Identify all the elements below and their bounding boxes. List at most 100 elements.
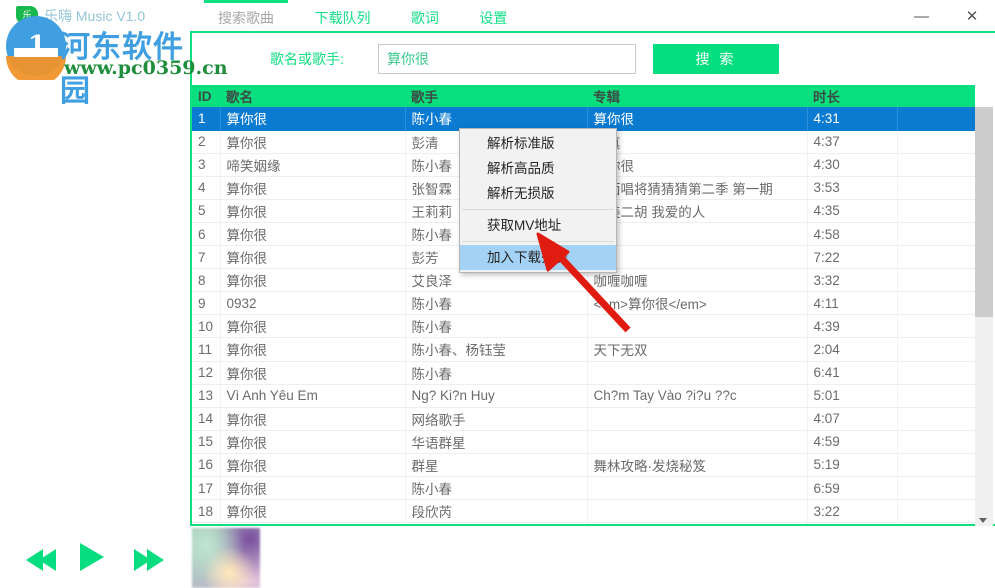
row-album: 纯真: [587, 130, 807, 153]
svg-text:1: 1: [28, 31, 46, 61]
row-id: 17: [192, 477, 220, 500]
row-spacer: [897, 407, 975, 430]
minimize-icon[interactable]: —: [899, 0, 945, 33]
row-name: 算你很: [220, 246, 405, 269]
column-header-artist[interactable]: 歌手: [405, 85, 587, 107]
row-album: [587, 361, 807, 384]
scroll-down-arrow-icon[interactable]: [979, 518, 987, 523]
row-artist: 网络歌手: [405, 407, 587, 430]
context-menu-item[interactable]: 解析高品质: [460, 156, 616, 181]
app-window: 乐 乐嗨 Music V1.0 搜索歌曲 下载队列 歌词 设置 — ✕ 歌名或歌…: [0, 0, 995, 588]
row-id: 8: [192, 269, 220, 292]
row-album: [587, 430, 807, 453]
watermark-text: 河东软件园: [60, 22, 210, 110]
row-id: 12: [192, 361, 220, 384]
row-spacer: [897, 222, 975, 245]
row-id: 1: [192, 107, 220, 130]
column-header-name[interactable]: 歌名: [220, 85, 405, 107]
tab-settings[interactable]: 设置: [461, 0, 525, 35]
table-row[interactable]: 16算你很群星舞林攻略·发烧秘笈5:19: [192, 453, 975, 476]
row-album: 算你很: [587, 107, 807, 130]
table-row[interactable]: 18算你很段欣芮3:22: [192, 500, 975, 523]
context-menu-separator: [462, 209, 614, 210]
app-logo-icon: 乐: [16, 6, 38, 24]
row-duration: 4:59: [807, 430, 897, 453]
row-name: 算你很: [220, 477, 405, 500]
tab-download-queue[interactable]: 下载队列: [296, 0, 388, 35]
row-name: 算你很: [220, 130, 405, 153]
row-duration: 3:32: [807, 269, 897, 292]
row-id: 2: [192, 130, 220, 153]
tab-lyrics[interactable]: 歌词: [393, 0, 457, 35]
row-spacer: [897, 315, 975, 338]
search-button[interactable]: 搜 索: [653, 44, 779, 74]
title-bar: 乐 乐嗨 Music V1.0 搜索歌曲 下载队列 歌词 设置 — ✕: [0, 0, 995, 33]
row-artist: 陈小春: [405, 107, 587, 130]
column-header-id[interactable]: ID: [192, 85, 220, 107]
row-album: 算你很: [587, 153, 807, 176]
close-icon[interactable]: ✕: [949, 0, 995, 33]
row-duration: 4:30: [807, 153, 897, 176]
column-header-album[interactable]: 专辑: [587, 85, 807, 107]
column-header-spacer: [897, 85, 975, 107]
table-row[interactable]: 13Vì Anh Yêu EmNg? Ki?n HuyCh?m Tay Vào …: [192, 384, 975, 407]
row-name: 啼笑姻缘: [220, 153, 405, 176]
table-row[interactable]: 15算你很华语群星4:59: [192, 430, 975, 453]
context-menu-item[interactable]: 解析无损版: [460, 181, 616, 206]
table-header-row: ID 歌名 歌手 专辑 时长: [192, 85, 975, 107]
table-row[interactable]: 17算你很陈小春6:59: [192, 477, 975, 500]
row-spacer: [897, 338, 975, 361]
row-spacer: [897, 453, 975, 476]
annotation-arrow-icon: [520, 232, 640, 337]
row-id: 18: [192, 500, 220, 523]
row-spacer: [897, 361, 975, 384]
row-id: 6: [192, 222, 220, 245]
vertical-scrollbar[interactable]: [975, 107, 993, 526]
column-header-duration[interactable]: 时长: [807, 85, 897, 107]
row-name: 算你很: [220, 453, 405, 476]
row-id: 4: [192, 176, 220, 199]
row-name: 算你很: [220, 315, 405, 338]
app-title: 乐嗨 Music V1.0: [44, 6, 145, 26]
row-duration: 4:37: [807, 130, 897, 153]
row-album: [587, 500, 807, 523]
row-spacer: [897, 292, 975, 315]
row-name: 算你很: [220, 222, 405, 245]
row-id: 11: [192, 338, 220, 361]
row-id: 10: [192, 315, 220, 338]
row-duration: 4:39: [807, 315, 897, 338]
table-row[interactable]: 1算你很陈小春算你很4:31: [192, 107, 975, 130]
row-duration: 2:04: [807, 338, 897, 361]
row-artist: 华语群星: [405, 430, 587, 453]
row-duration: 4:07: [807, 407, 897, 430]
row-spacer: [897, 500, 975, 523]
row-name: 算你很: [220, 107, 405, 130]
row-spacer: [897, 153, 975, 176]
row-duration: 4:58: [807, 222, 897, 245]
row-id: 15: [192, 430, 220, 453]
row-artist: Ng? Ki?n Huy: [405, 384, 587, 407]
row-spacer: [897, 430, 975, 453]
row-name: Vì Anh Yêu Em: [220, 384, 405, 407]
row-name: 算你很: [220, 338, 405, 361]
tab-search-songs[interactable]: 搜索歌曲: [200, 0, 292, 35]
table-row[interactable]: 14算你很网络歌手4:07: [192, 407, 975, 430]
row-album: [587, 477, 807, 500]
row-album: 舞林攻略·发烧秘笈: [587, 453, 807, 476]
row-spacer: [897, 246, 975, 269]
row-artist: 段欣芮: [405, 500, 587, 523]
row-spacer: [897, 384, 975, 407]
row-id: 14: [192, 407, 220, 430]
search-input[interactable]: [378, 44, 636, 74]
row-spacer: [897, 176, 975, 199]
row-spacer: [897, 199, 975, 222]
row-name: 算你很: [220, 500, 405, 523]
row-artist: 陈小春: [405, 361, 587, 384]
table-row[interactable]: 12算你很陈小春6:41: [192, 361, 975, 384]
scrollbar-thumb[interactable]: [975, 107, 993, 317]
context-menu-item[interactable]: 解析标准版: [460, 131, 616, 156]
search-bar: 歌名或歌手: 搜 索: [192, 33, 995, 85]
row-duration: 4:31: [807, 107, 897, 130]
row-id: 16: [192, 453, 220, 476]
table-row[interactable]: 11算你很陈小春、杨钰莹天下无双2:04: [192, 338, 975, 361]
